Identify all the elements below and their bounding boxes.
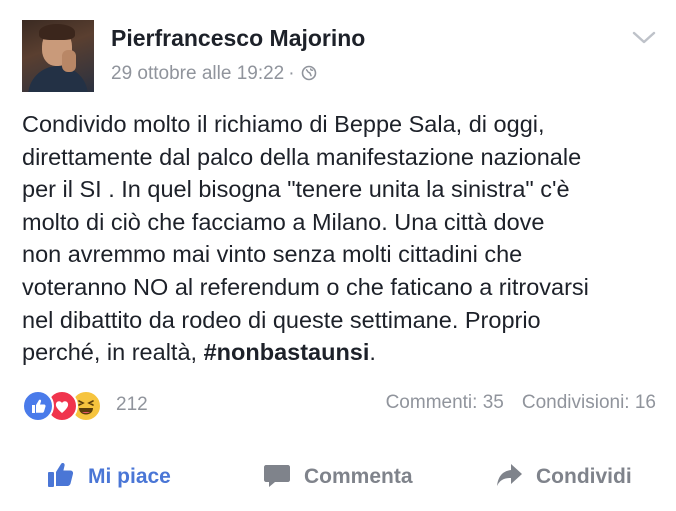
comment-button[interactable]: Commenta: [262, 452, 413, 502]
post-text: Condivido molto il richiamo di Beppe Sal…: [22, 111, 589, 366]
share-button[interactable]: Condividi: [494, 452, 632, 502]
author-name[interactable]: Pierfrancesco Majorino: [111, 25, 365, 52]
like-button[interactable]: Mi piace: [46, 452, 171, 502]
engagement-counts: Commenti: 35 Condivisioni: 16: [386, 392, 656, 414]
post-body: Condivido molto il richiamo di Beppe Sal…: [22, 108, 662, 369]
comments-count[interactable]: Commenti: 35: [386, 392, 504, 413]
comment-icon: [262, 460, 292, 495]
like-label: Mi piace: [88, 465, 171, 488]
globe-icon: [301, 65, 317, 87]
reaction-count: 212: [116, 394, 148, 415]
chevron-down-icon[interactable]: [632, 30, 656, 46]
post-meta: 29 ottobre alle 19:22 ·: [111, 63, 317, 87]
action-bar: Mi piace Commenta Condividi: [0, 452, 676, 502]
share-label: Condividi: [536, 465, 632, 488]
thumbs-up-icon: [46, 460, 76, 495]
post-text-end: .: [369, 339, 376, 366]
hashtag-link[interactable]: #nonbastaunsi: [204, 339, 370, 365]
comment-label: Commenta: [304, 465, 413, 488]
shares-count[interactable]: Condivisioni: 16: [522, 392, 656, 413]
share-icon: [494, 460, 524, 495]
like-reaction-icon: [22, 390, 54, 422]
post-header: Pierfrancesco Majorino 29 ottobre alle 1…: [22, 20, 656, 94]
post-timestamp[interactable]: 29 ottobre alle 19:22: [111, 63, 284, 84]
post-stats: 212 Commenti: 35 Condivisioni: 16: [22, 388, 656, 422]
avatar[interactable]: [22, 20, 94, 92]
meta-separator: ·: [288, 63, 295, 84]
